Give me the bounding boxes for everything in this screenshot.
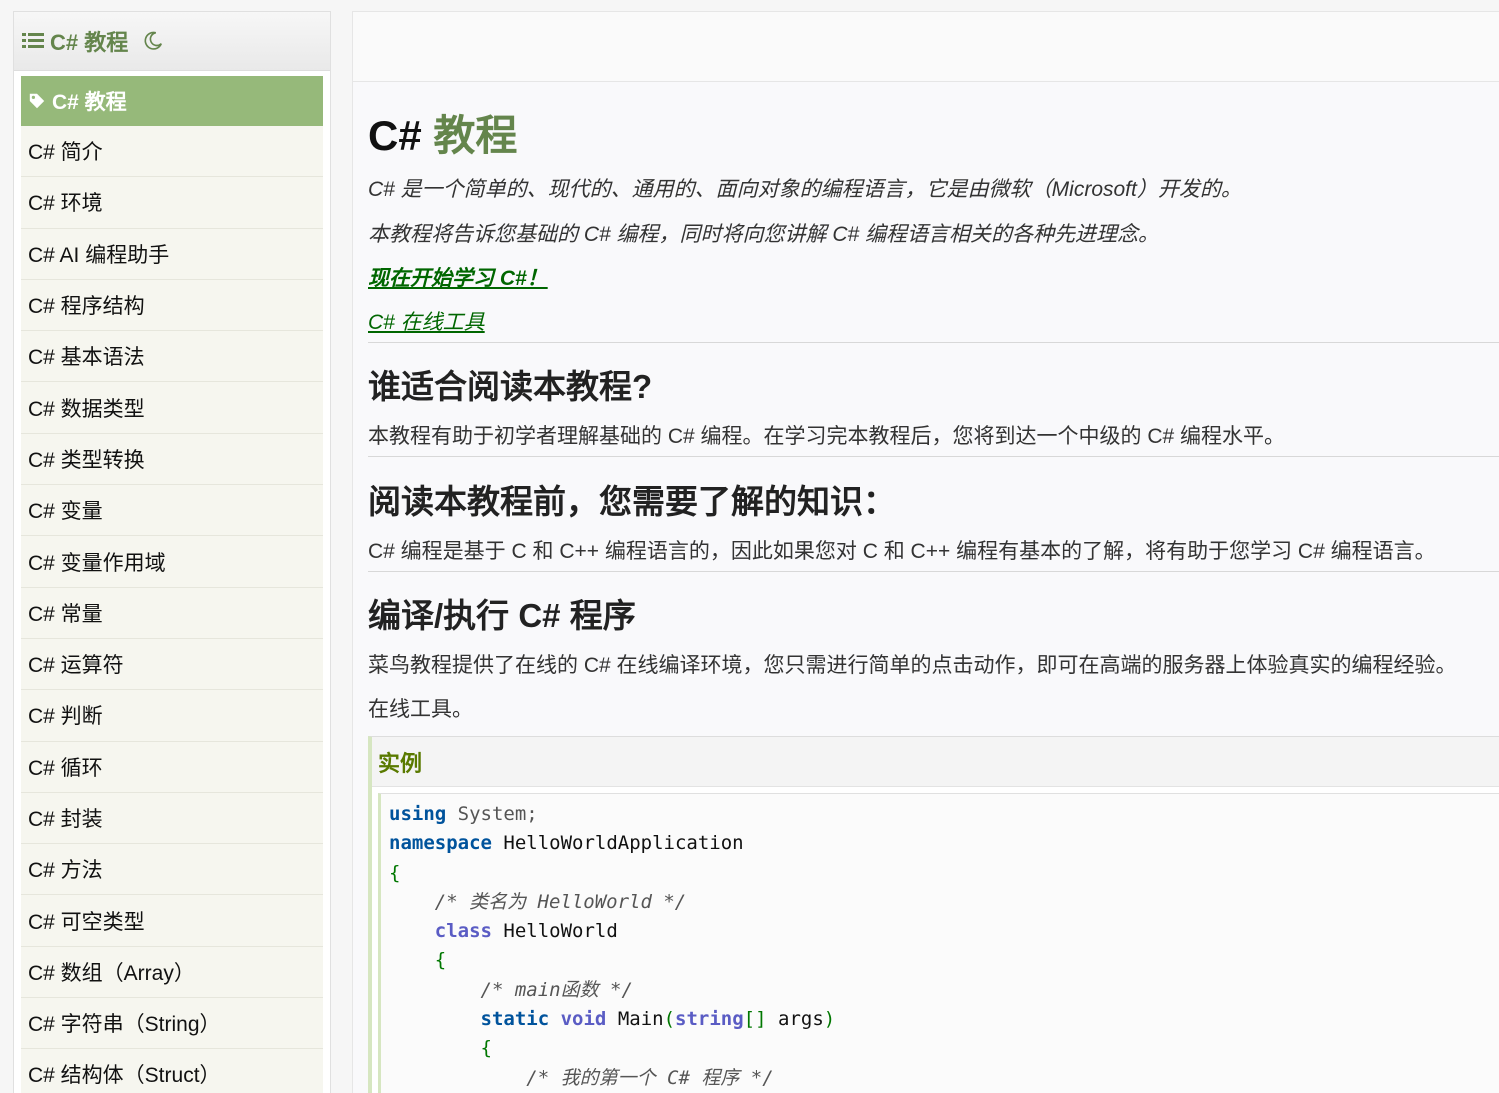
code-block[interactable]: using System; namespace HelloWorldApplic… — [378, 793, 1499, 1093]
top-bar — [352, 11, 1499, 82]
code-line: /* 我的第一个 C# 程序 */ — [389, 1066, 774, 1089]
sidebar-item-intro[interactable]: C# 简介 — [21, 126, 323, 178]
moon-icon[interactable] — [142, 30, 164, 52]
sidebar-item-csharp-tutorial[interactable]: C# 教程 — [21, 76, 323, 126]
intro-paragraph-1: C# 是一个简单的、现代的、通用的、面向对象的编程语言，它是由微软（Micros… — [368, 178, 1242, 201]
intro-paragraph-2: 本教程将告诉您基础的 C# 编程，同时将向您讲解 C# 编程语言相关的各种先进理… — [368, 223, 1160, 246]
sidebar-item-encapsulation[interactable]: C# 封装 — [21, 793, 323, 845]
code-line: /* 类名为 HelloWorld */ — [389, 890, 687, 913]
sidebar-item-decision[interactable]: C# 判断 — [21, 690, 323, 742]
tag-icon — [29, 93, 45, 109]
divider — [368, 342, 1499, 343]
heading-prerequisites: 阅读本教程前，您需要了解的知识： — [368, 483, 896, 520]
code-line: /* main函数 */ — [389, 978, 633, 1001]
sidebar-item-type-conversion[interactable]: C# 类型转换 — [21, 434, 323, 486]
main-content: C# 教程 C# 是一个简单的、现代的、通用的、面向对象的编程语言，它是由微软（… — [352, 82, 1499, 1093]
list-icon[interactable] — [22, 31, 46, 51]
sidebar-item-label: C# 教程 — [52, 91, 127, 114]
page-title: C# 教程 — [368, 102, 517, 163]
paragraph-who: 本教程有助于初学者理解基础的 C# 编程。在学习完本教程后，您将到达一个中级的 … — [368, 425, 1286, 448]
divider — [368, 456, 1499, 457]
sidebar-item-methods[interactable]: C# 方法 — [21, 844, 323, 896]
sidebar-header: C# 教程 — [14, 12, 330, 71]
paragraph-online-tool: 在线工具。 — [368, 698, 473, 721]
heading-compile: 编译/执行 C# 程序 — [368, 597, 636, 634]
start-learning-link[interactable]: 现在开始学习 C#！ — [368, 262, 548, 292]
sidebar-title: C# 教程 — [50, 30, 129, 55]
sidebar-item-variable-scope[interactable]: C# 变量作用域 — [21, 536, 323, 588]
sidebar-item-nullable[interactable]: C# 可空类型 — [21, 895, 323, 947]
sidebar-item-data-types[interactable]: C# 数据类型 — [21, 382, 323, 434]
sidebar-item-struct[interactable]: C# 结构体（Struct） — [21, 1049, 323, 1093]
paragraph-compile: 菜鸟教程提供了在线的 C# 在线编译环境，您只需进行简单的点击动作，即可在高端的… — [368, 654, 1457, 677]
heading-who: 谁适合阅读本教程? — [368, 368, 653, 405]
sidebar: C# 教程 C# 教程 C# 简介 C# 环境 C# AI 编程助手 C# 程序… — [13, 11, 331, 1093]
page-title-prefix: C# — [368, 112, 422, 159]
divider — [368, 571, 1499, 572]
code-line: using System; — [389, 803, 538, 825]
code-line: { — [389, 1037, 492, 1060]
paragraph-prerequisites: C# 编程是基于 C 和 C++ 编程语言的，因此如果您对 C 和 C++ 编程… — [368, 540, 1436, 563]
sidebar-item-variables[interactable]: C# 变量 — [21, 485, 323, 537]
sidebar-item-constants[interactable]: C# 常量 — [21, 588, 323, 639]
sidebar-nav: C# 教程 C# 简介 C# 环境 C# AI 编程助手 C# 程序结构 C# … — [21, 76, 323, 1093]
sidebar-item-string[interactable]: C# 字符串（String） — [21, 998, 323, 1050]
sidebar-item-array[interactable]: C# 数组（Array） — [21, 947, 323, 999]
code-line: namespace HelloWorldApplication — [389, 832, 744, 855]
example-box: 实例 using System; namespace HelloWorldApp… — [368, 736, 1499, 1093]
sidebar-item-basic-syntax[interactable]: C# 基本语法 — [21, 331, 323, 383]
example-title: 实例 — [378, 750, 423, 776]
page-title-accent: 教程 — [433, 112, 518, 159]
sidebar-item-loops[interactable]: C# 循环 — [21, 742, 323, 793]
code-line: class HelloWorld — [434, 920, 618, 943]
online-tool-link[interactable]: C# 在线工具 — [368, 306, 485, 336]
sidebar-item-ai-assistant[interactable]: C# AI 编程助手 — [21, 229, 323, 280]
sidebar-item-operators[interactable]: C# 运算符 — [21, 639, 323, 691]
code-line: { — [389, 949, 447, 972]
sidebar-item-program-structure[interactable]: C# 程序结构 — [21, 280, 323, 332]
example-header: 实例 — [372, 737, 1499, 787]
code-line: static void Main(string[] args) — [480, 1008, 836, 1031]
code-line: { — [389, 861, 401, 884]
sidebar-item-environment[interactable]: C# 环境 — [21, 177, 323, 229]
